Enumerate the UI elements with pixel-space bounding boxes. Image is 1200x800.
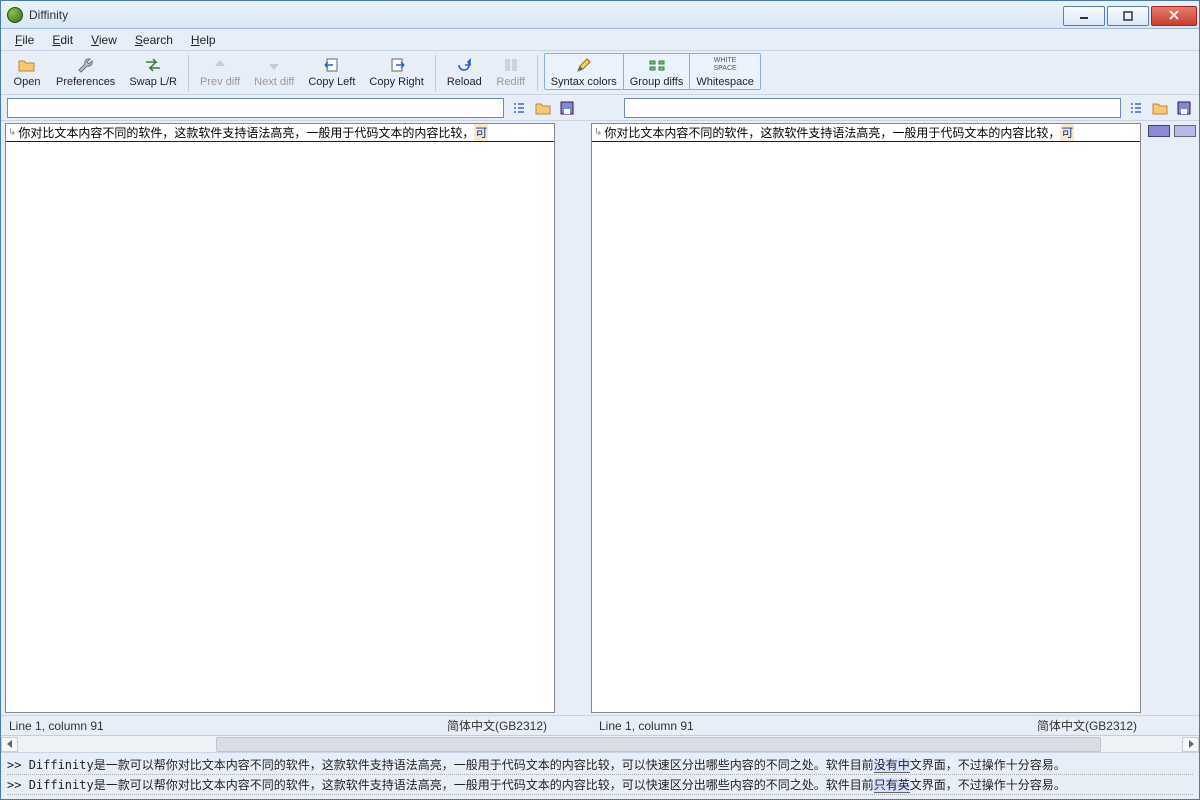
copy-right-icon xyxy=(387,55,407,75)
path-bar xyxy=(1,95,1199,121)
app-icon xyxy=(7,7,23,23)
wrap-marker-icon: ↳ xyxy=(8,127,16,138)
left-diff-char: 可 xyxy=(474,124,488,141)
view-toggle-group: Syntax colors Group diffs WHITESPACE Whi… xyxy=(544,53,761,90)
horizontal-scrollbar[interactable] xyxy=(1,735,1199,752)
scroll-track[interactable] xyxy=(18,737,1182,752)
syntax-colors-toggle[interactable]: Syntax colors xyxy=(545,54,624,89)
compare-line-1: >> Diffinity是一款可以帮你对比文本内容不同的软件，这款软件支持语法高… xyxy=(7,755,1193,775)
swap-button[interactable]: Swap L/R xyxy=(122,53,184,90)
menu-help[interactable]: Help xyxy=(183,31,224,49)
overview-bar xyxy=(1145,121,1199,715)
diff-highlight: 只有英 xyxy=(874,778,910,793)
open-button[interactable]: Open xyxy=(5,53,49,90)
preferences-button[interactable]: Preferences xyxy=(49,53,122,90)
overview-marker-left[interactable] xyxy=(1148,125,1170,137)
wrap-marker-icon: ↳ xyxy=(594,127,602,138)
arrow-up-icon xyxy=(210,55,230,75)
right-line-1[interactable]: ↳ 你对比文本内容不同的软件，这款软件支持语法高亮，一般用于代码文本的内容比较，… xyxy=(592,124,1140,142)
copy-right-button[interactable]: Copy Right xyxy=(362,53,430,90)
group-icon xyxy=(647,55,667,75)
folder-open-icon xyxy=(17,55,37,75)
right-pane[interactable]: ↳ 你对比文本内容不同的软件，这款软件支持语法高亮，一般用于代码文本的内容比较，… xyxy=(591,123,1141,713)
menu-file[interactable]: File xyxy=(7,31,42,49)
right-cursor-position: Line 1, column 91 xyxy=(599,719,694,733)
right-list-icon[interactable] xyxy=(1127,99,1145,117)
scroll-right-button[interactable] xyxy=(1182,737,1199,752)
copy-left-icon xyxy=(322,55,342,75)
prev-diff-button[interactable]: Prev diff xyxy=(193,53,247,90)
inline-diff-panel: >> Diffinity是一款可以帮你对比文本内容不同的软件，这款软件支持语法高… xyxy=(1,752,1199,799)
right-save-icon[interactable] xyxy=(1175,99,1193,117)
diff-highlight: 没有中 xyxy=(874,758,910,773)
scroll-thumb[interactable] xyxy=(216,737,1101,752)
left-line-1[interactable]: ↳ 你对比文本内容不同的软件，这款软件支持语法高亮，一般用于代码文本的内容比较，… xyxy=(6,124,554,142)
menubar: File Edit View Search Help xyxy=(1,29,1199,51)
left-open-icon[interactable] xyxy=(534,99,552,117)
rediff-icon xyxy=(501,55,521,75)
minimize-button[interactable] xyxy=(1063,6,1105,26)
group-diffs-toggle[interactable]: Group diffs xyxy=(624,54,691,89)
right-encoding: 简体中文(GB2312) xyxy=(1037,717,1137,734)
separator xyxy=(188,55,189,91)
close-button[interactable] xyxy=(1151,6,1197,26)
rediff-button[interactable]: Rediff xyxy=(489,53,533,90)
reload-button[interactable]: Reload xyxy=(440,53,489,90)
left-save-icon[interactable] xyxy=(558,99,576,117)
right-path-input[interactable] xyxy=(624,98,1121,118)
whitespace-toggle[interactable]: WHITESPACE Whitespace xyxy=(690,54,759,89)
maximize-button[interactable] xyxy=(1107,6,1149,26)
separator xyxy=(537,55,538,91)
separator xyxy=(435,55,436,91)
window-title: Diffinity xyxy=(29,8,68,22)
right-diff-char: 可 xyxy=(1060,124,1074,141)
window-controls xyxy=(1063,4,1199,26)
left-list-icon[interactable] xyxy=(510,99,528,117)
right-open-icon[interactable] xyxy=(1151,99,1169,117)
titlebar: Diffinity xyxy=(1,1,1199,29)
toolbar: Open Preferences Swap L/R Prev diff Next… xyxy=(1,51,1199,95)
whitespace-icon: WHITESPACE xyxy=(715,55,735,75)
pencil-icon xyxy=(574,55,594,75)
copy-left-button[interactable]: Copy Left xyxy=(301,53,362,90)
scroll-left-button[interactable] xyxy=(1,737,18,752)
wrench-icon xyxy=(76,55,96,75)
splitter[interactable] xyxy=(555,121,591,715)
menu-edit[interactable]: Edit xyxy=(44,31,81,49)
left-path-input[interactable] xyxy=(7,98,504,118)
left-cursor-position: Line 1, column 91 xyxy=(9,719,104,733)
swap-icon xyxy=(143,55,163,75)
overview-marker-right[interactable] xyxy=(1174,125,1196,137)
status-bar: Line 1, column 91 简体中文(GB2312) Line 1, c… xyxy=(1,715,1199,735)
arrow-down-icon xyxy=(264,55,284,75)
diff-panes: ↳ 你对比文本内容不同的软件，这款软件支持语法高亮，一般用于代码文本的内容比较，… xyxy=(1,121,1199,715)
menu-search[interactable]: Search xyxy=(127,31,181,49)
menu-view[interactable]: View xyxy=(83,31,125,49)
app-window: Diffinity File Edit View Search Help Ope… xyxy=(0,0,1200,800)
reload-icon xyxy=(454,55,474,75)
next-diff-button[interactable]: Next diff xyxy=(247,53,301,90)
left-pane[interactable]: ↳ 你对比文本内容不同的软件，这款软件支持语法高亮，一般用于代码文本的内容比较，… xyxy=(5,123,555,713)
left-encoding: 简体中文(GB2312) xyxy=(447,717,547,734)
compare-line-2: >> Diffinity是一款可以帮你对比文本内容不同的软件，这款软件支持语法高… xyxy=(7,775,1193,795)
